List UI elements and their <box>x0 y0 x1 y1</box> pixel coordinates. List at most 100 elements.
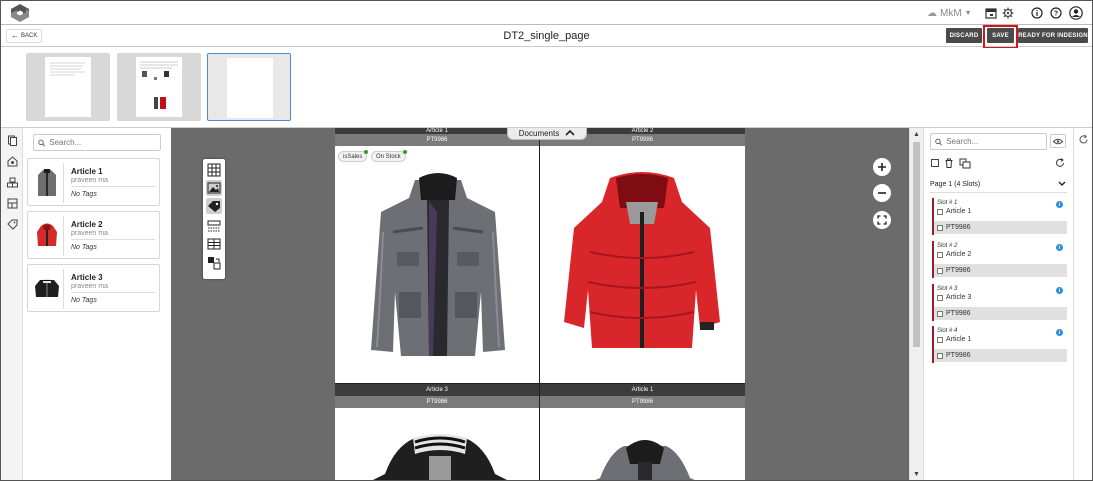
article-card[interactable]: Article 3 praveen ma No Tags <box>27 264 160 312</box>
slot-article: Article 2 <box>937 251 971 258</box>
layout-slot-1[interactable]: Article 1 PT9986 isSales On Stock <box>335 128 539 383</box>
info-icon[interactable] <box>1029 5 1045 21</box>
layout-icon[interactable] <box>5 196 19 210</box>
article-tags: No Tags <box>71 244 97 251</box>
slot-item[interactable]: Slot # 3 i Article 3 PT9986 <box>932 284 1067 321</box>
document-page: Article 1 PT9986 isSales On Stock Articl… <box>335 128 745 480</box>
page-thumbnail[interactable] <box>117 53 201 121</box>
slot-item[interactable]: Slot # 1 i Article 1 PT9986 <box>932 198 1067 235</box>
divider <box>930 192 1067 193</box>
slot-search-input[interactable] <box>946 137 1046 146</box>
layout-slot-2[interactable]: Article 2 PT9986 <box>540 128 745 383</box>
table-tool-icon[interactable] <box>206 236 222 252</box>
article-name: Article 2 <box>71 220 103 229</box>
slot-code: PT9986 <box>946 224 971 231</box>
refresh-icon[interactable] <box>1055 158 1065 171</box>
checkbox[interactable] <box>937 251 943 258</box>
slot-code: PT9986 <box>946 267 971 274</box>
article-search-input[interactable] <box>49 138 160 147</box>
duplicate-icon[interactable] <box>959 158 971 172</box>
info-icon[interactable]: i <box>1056 329 1063 336</box>
page-thumbnail[interactable] <box>26 53 110 121</box>
info-icon[interactable]: i <box>1056 287 1063 294</box>
article-name: Article 1 <box>71 167 103 176</box>
divider <box>71 239 155 240</box>
checkbox[interactable] <box>937 294 943 301</box>
checkbox[interactable] <box>937 352 943 359</box>
gear-icon[interactable] <box>1000 5 1016 21</box>
article-search-field[interactable] <box>33 134 161 151</box>
scroll-up-icon[interactable]: ▲ <box>913 131 920 138</box>
checkbox[interactable] <box>937 310 943 317</box>
discard-button[interactable]: DISCARD <box>946 28 982 43</box>
scrollbar-thumb[interactable] <box>913 142 920 347</box>
image-tool-icon[interactable] <box>206 180 222 196</box>
tag-chip-on-stock[interactable]: On Stock <box>371 150 407 162</box>
zoom-in-button[interactable] <box>873 158 891 176</box>
user-menu[interactable]: ☁ MkM ▼ <box>927 6 972 20</box>
calendar-icon[interactable] <box>983 5 999 21</box>
boxes-icon[interactable] <box>5 175 19 189</box>
article-card[interactable]: Article 1 praveen ma No Tags <box>27 158 160 206</box>
scroll-down-icon[interactable]: ▼ <box>913 471 920 478</box>
help-icon[interactable]: ? <box>1048 5 1064 21</box>
article-card[interactable]: Article 2 praveen ma No Tags <box>27 211 160 259</box>
app-frame: ☁ MkM ▼ ? ← BACK DT2_single_page DISCARD… <box>0 0 1093 481</box>
tag-icon[interactable] <box>5 217 19 231</box>
zoom-out-button[interactable] <box>873 184 891 202</box>
slot-code-row: PT9986 <box>934 349 1067 362</box>
top-bar: ☁ MkM ▼ ? <box>1 1 1092 25</box>
tag-label: isSales <box>343 153 363 160</box>
canvas-scrollbar[interactable]: ▲ ▼ <box>909 128 923 480</box>
slot-number: Slot # 4 <box>937 328 958 334</box>
svg-text:?: ? <box>1054 11 1058 18</box>
chevron-up-icon <box>565 129 575 138</box>
checkbox[interactable] <box>937 336 943 343</box>
layout-slot-4[interactable]: Article 1 PT9986 <box>540 384 745 480</box>
user-name: MkM <box>940 7 962 19</box>
slot-article-name: Article 1 <box>946 336 972 343</box>
checkbox[interactable] <box>937 224 943 231</box>
document-icon[interactable] <box>5 133 19 147</box>
article-thumbnail <box>31 163 64 203</box>
trash-icon[interactable] <box>944 158 954 171</box>
user-cluster-icon: ☁ <box>927 7 937 19</box>
app-logo-icon[interactable] <box>9 3 31 23</box>
page-group-header[interactable]: Page 1 (4 Slots) <box>930 178 1069 191</box>
sync-icon[interactable] <box>1078 134 1089 148</box>
info-icon[interactable]: i <box>1056 244 1063 251</box>
account-icon[interactable] <box>1068 5 1084 21</box>
tag-label: On Stock <box>376 153 401 160</box>
documents-toggle[interactable]: Documents <box>507 128 587 140</box>
slot-article: Article 1 <box>937 336 971 343</box>
slot-code-row: PT9986 <box>934 264 1067 277</box>
article-owner: praveen ma <box>71 177 108 184</box>
documents-label: Documents <box>518 128 560 138</box>
divider <box>71 292 155 293</box>
articles-icon[interactable] <box>5 154 19 168</box>
layout-slot-3[interactable]: Article 3 PT9986 <box>335 384 539 480</box>
text-field-tool-icon[interactable] <box>206 218 222 234</box>
slot-item[interactable]: Slot # 4 i Article 1 PT9986 <box>932 326 1067 363</box>
fit-to-screen-button[interactable] <box>873 211 891 229</box>
slot-item[interactable]: Slot # 2 i Article 2 PT9986 <box>932 241 1067 278</box>
document-canvas[interactable]: Article 1 PT9986 isSales On Stock Articl… <box>171 128 909 480</box>
page-thumbnail-active[interactable] <box>207 53 291 121</box>
article-thumbnail <box>31 216 64 256</box>
slot-article: Article 3 <box>937 294 971 301</box>
tag-tool-icon[interactable] <box>206 198 222 214</box>
article-thumbnail <box>31 269 64 309</box>
swap-tool-icon[interactable] <box>206 255 222 271</box>
ready-for-indesign-button[interactable]: READY FOR INDESIGN <box>1018 28 1088 43</box>
tag-chip-issales[interactable]: isSales <box>338 150 369 162</box>
chevron-down-icon: ▼ <box>964 9 972 17</box>
slot-search-field[interactable] <box>930 133 1047 150</box>
checkbox[interactable] <box>937 267 943 274</box>
info-icon[interactable]: i <box>1056 201 1063 208</box>
select-all-checkbox[interactable] <box>931 159 939 167</box>
visibility-toggle[interactable] <box>1050 134 1066 148</box>
eye-icon <box>1053 138 1063 144</box>
slot-article: Article 1 <box>937 208 971 215</box>
checkbox[interactable] <box>937 208 943 215</box>
grid-settings-tool-icon[interactable] <box>206 162 222 178</box>
